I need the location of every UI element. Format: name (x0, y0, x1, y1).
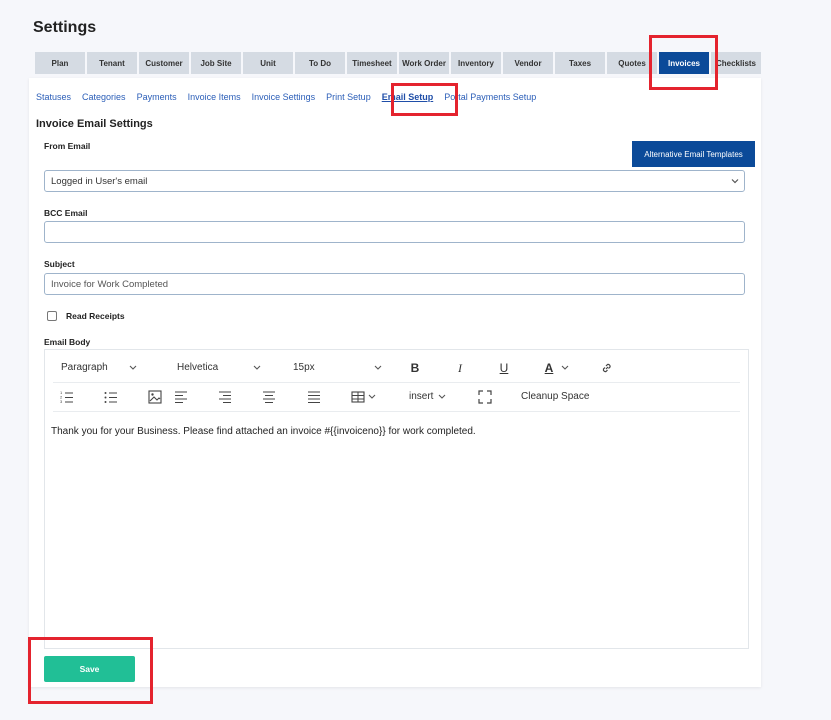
subject-input[interactable]: Invoice for Work Completed (44, 273, 745, 295)
read-receipts-label: Read Receipts (66, 311, 125, 321)
settings-card: Statuses Categories Payments Invoice Ite… (29, 78, 761, 687)
save-button[interactable]: Save (44, 656, 135, 682)
editor-toolbar-row-1: Paragraph Helvetica 15px B I U A (53, 354, 740, 383)
from-email-label: From Email (44, 141, 91, 151)
subtab-categories[interactable]: Categories (82, 92, 126, 102)
email-body-content[interactable]: Thank you for your Business. Please find… (51, 426, 476, 437)
bold-icon[interactable]: B (407, 360, 423, 376)
font-family-select[interactable]: Helvetica (177, 362, 262, 373)
tab-plan[interactable]: Plan (35, 52, 85, 74)
tab-work-order[interactable]: Work Order (399, 52, 449, 74)
section-title: Invoice Email Settings (36, 118, 153, 130)
tab-vendor[interactable]: Vendor (503, 52, 553, 74)
align-left-icon[interactable] (173, 389, 189, 405)
tab-job-site[interactable]: Job Site (191, 52, 241, 74)
fullscreen-icon[interactable] (477, 389, 493, 405)
email-body-editor: Paragraph Helvetica 15px B I U A 1 2 3 i… (44, 349, 749, 649)
chevron-down-icon (374, 365, 382, 370)
subtab-statuses[interactable]: Statuses (36, 92, 71, 102)
tab-to-do[interactable]: To Do (295, 52, 345, 74)
insert-menu[interactable]: insert (409, 391, 448, 402)
subtab-invoice-settings[interactable]: Invoice Settings (252, 92, 316, 102)
read-receipts-checkbox[interactable] (47, 311, 57, 321)
underline-icon[interactable]: U (496, 360, 512, 376)
align-justify-icon[interactable] (306, 389, 322, 405)
tab-unit[interactable]: Unit (243, 52, 293, 74)
block-format-value: Paragraph (61, 362, 108, 373)
from-email-select[interactable]: Logged in User's email (44, 170, 745, 192)
chevron-down-icon (129, 365, 137, 370)
editor-toolbar-row-2: 123 insert Cleanup Space (53, 383, 740, 412)
chevron-down-icon (368, 394, 376, 399)
font-family-value: Helvetica (177, 362, 219, 373)
tab-taxes[interactable]: Taxes (555, 52, 605, 74)
email-body-label: Email Body (44, 337, 91, 347)
main-tabs: Plan Tenant Customer Job Site Unit To Do… (35, 52, 761, 74)
tab-checklists[interactable]: Checklists (711, 52, 761, 74)
tab-tenant[interactable]: Tenant (87, 52, 137, 74)
ordered-list-icon[interactable]: 123 (59, 389, 75, 405)
chevron-down-icon (731, 179, 739, 184)
link-icon[interactable] (599, 360, 615, 376)
bcc-email-input[interactable] (44, 221, 745, 243)
chevron-down-icon (439, 394, 446, 399)
subtab-payments[interactable]: Payments (137, 92, 177, 102)
chevron-down-icon (253, 365, 261, 370)
bcc-email-label: BCC Email (44, 208, 88, 218)
tab-quotes[interactable]: Quotes (607, 52, 657, 74)
align-center-icon[interactable] (261, 389, 277, 405)
insert-label: insert (409, 391, 434, 402)
bullet-list-icon[interactable] (103, 389, 119, 405)
italic-icon[interactable]: I (452, 360, 468, 376)
subtab-portal-payments-setup[interactable]: Portal Payments Setup (444, 92, 536, 102)
svg-text:3: 3 (60, 399, 63, 404)
image-icon[interactable] (147, 389, 163, 405)
subtab-email-setup[interactable]: Email Setup (382, 92, 434, 102)
alternative-email-templates-button[interactable]: Alternative Email Templates (632, 141, 755, 167)
text-color-icon[interactable]: A (541, 360, 575, 376)
align-right-icon[interactable] (217, 389, 233, 405)
from-email-value: Logged in User's email (51, 175, 148, 187)
subject-label: Subject (44, 259, 75, 269)
table-icon[interactable] (349, 389, 379, 405)
cleanup-space-button[interactable]: Cleanup Space (521, 391, 589, 402)
tab-timesheet[interactable]: Timesheet (347, 52, 397, 74)
tab-customer[interactable]: Customer (139, 52, 189, 74)
font-size-value: 15px (293, 362, 315, 373)
subject-value: Invoice for Work Completed (51, 278, 169, 290)
tab-invoices[interactable]: Invoices (659, 52, 709, 74)
font-size-select[interactable]: 15px (293, 362, 383, 373)
subtab-print-setup[interactable]: Print Setup (326, 92, 371, 102)
chevron-down-icon (561, 365, 569, 370)
block-format-select[interactable]: Paragraph (61, 362, 138, 373)
page-title: Settings (33, 19, 97, 36)
sub-tabs: Statuses Categories Payments Invoice Ite… (36, 92, 547, 102)
tab-inventory[interactable]: Inventory (451, 52, 501, 74)
subtab-invoice-items[interactable]: Invoice Items (188, 92, 241, 102)
